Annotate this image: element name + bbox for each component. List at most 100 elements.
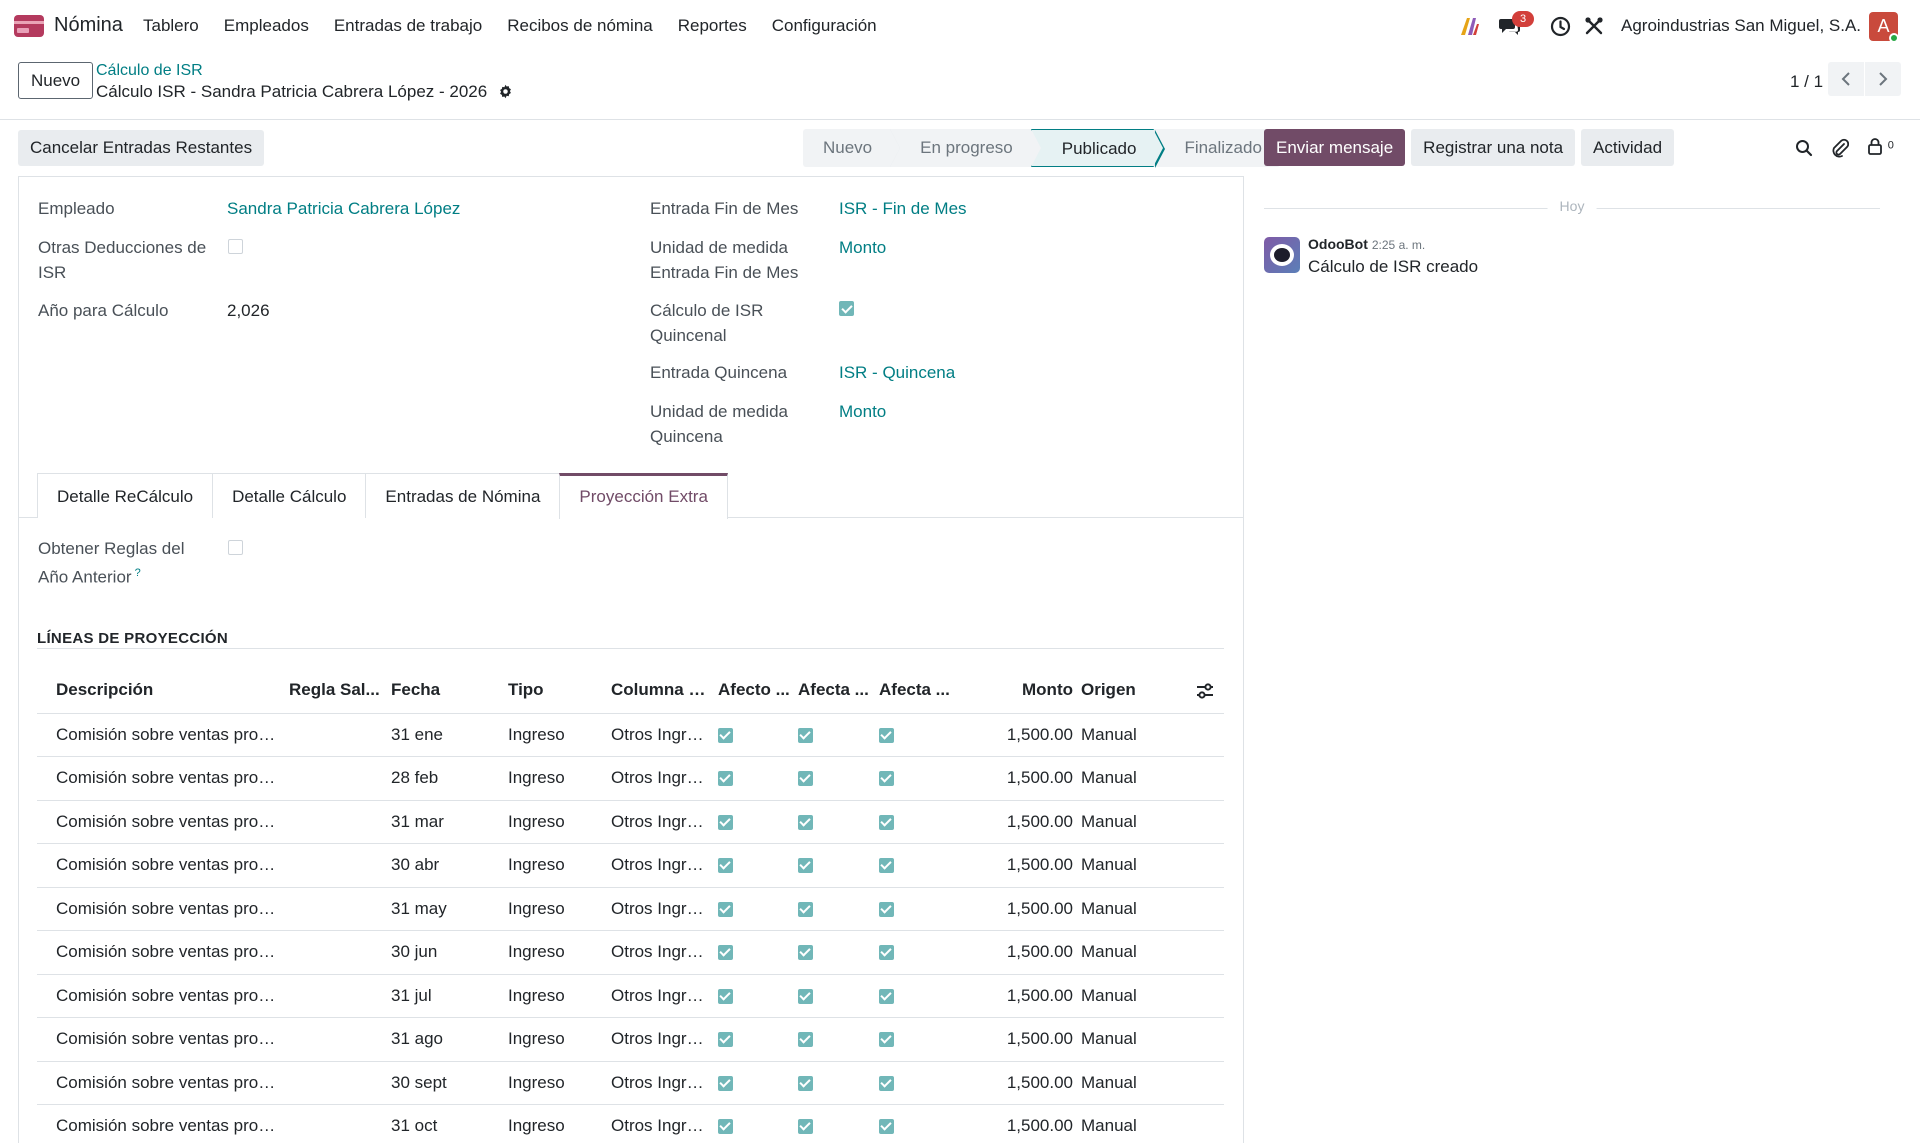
stage-en-progreso[interactable]: En progreso (890, 129, 1041, 167)
cell-descripcion[interactable]: Comisión sobre ventas proyec... (37, 974, 285, 1018)
column-header-afecta-1[interactable]: Afecta ... (794, 668, 875, 714)
cell-regla-salarial[interactable] (285, 1061, 387, 1105)
cell-afecto[interactable] (714, 843, 794, 888)
table-row[interactable]: Comisión sobre ventas proyec... 31 ago Ing… (37, 1017, 1224, 1062)
cell-columna[interactable]: Otros Ingre... (607, 930, 714, 975)
cell-monto[interactable]: 1,500.00 (955, 974, 1077, 1018)
cell-afecto[interactable] (714, 756, 794, 801)
table-row[interactable]: Comisión sobre ventas proyec... 31 oct Ing… (37, 1104, 1224, 1143)
breadcrumb-parent-link[interactable]: Cálculo de ISR (96, 62, 203, 80)
menu-item-recibos-nomina[interactable]: Recibos de nómina (507, 16, 653, 36)
clock-icon[interactable] (1550, 16, 1571, 37)
cell-fecha[interactable]: 31 mar (387, 800, 504, 844)
company-switcher[interactable]: Agroindustrias San Miguel, S.A. (1621, 16, 1861, 36)
cell-origen[interactable]: Manual (1077, 756, 1157, 801)
table-row[interactable]: Comisión sobre ventas proyec... 31 may Ing… (37, 887, 1224, 931)
cell-empty[interactable] (1157, 843, 1224, 888)
other-deductions-checkbox[interactable] (228, 239, 243, 254)
cell-regla-salarial[interactable] (285, 843, 387, 888)
column-header-fecha[interactable]: Fecha (387, 668, 504, 714)
cell-afecta-2[interactable] (875, 887, 955, 931)
cell-monto[interactable]: 1,500.00 (955, 756, 1077, 801)
cell-afecto[interactable] (714, 930, 794, 975)
cell-descripcion[interactable]: Comisión sobre ventas proyec... (37, 800, 285, 844)
message-author-name[interactable]: OdooBot (1308, 236, 1368, 252)
checked-checkbox[interactable] (879, 988, 894, 1004)
cell-afecta-1[interactable] (794, 1061, 875, 1105)
cell-columna[interactable]: Otros Ingre... (607, 1061, 714, 1105)
year-field[interactable]: 2,026 (227, 298, 270, 323)
cell-regla-salarial[interactable] (285, 887, 387, 931)
month-end-entry-field[interactable]: ISR - Fin de Mes (839, 196, 967, 221)
paperclip-icon[interactable] (1831, 138, 1849, 158)
cell-empty[interactable] (1157, 713, 1224, 757)
checked-checkbox[interactable] (879, 1075, 894, 1091)
cell-descripcion[interactable]: Comisión sobre ventas proyec... (37, 1017, 285, 1062)
cell-afecto[interactable] (714, 1061, 794, 1105)
cell-origen[interactable]: Manual (1077, 843, 1157, 888)
cell-fecha[interactable]: 30 abr (387, 843, 504, 888)
checked-checkbox[interactable] (718, 1075, 733, 1091)
checked-checkbox[interactable] (718, 1119, 733, 1135)
cancel-remaining-entries-button[interactable]: Cancelar Entradas Restantes (18, 130, 265, 166)
column-header-tipo[interactable]: Tipo (504, 668, 607, 714)
biweekly-calc-checkbox[interactable] (839, 301, 854, 316)
cell-empty[interactable] (1157, 1061, 1224, 1105)
cell-regla-salarial[interactable] (285, 713, 387, 757)
cell-afecta-2[interactable] (875, 843, 955, 888)
tab-entradas-nomina[interactable]: Entradas de Nómina (365, 473, 561, 518)
stage-nuevo[interactable]: Nuevo (803, 129, 901, 167)
cell-afecta-2[interactable] (875, 1104, 955, 1143)
table-row[interactable]: Comisión sobre ventas proyec... 30 abr Ing… (37, 843, 1224, 888)
checked-checkbox[interactable] (718, 814, 733, 830)
checked-checkbox[interactable] (798, 771, 813, 787)
cell-afecta-2[interactable] (875, 800, 955, 844)
cell-tipo[interactable]: Ingreso (504, 974, 607, 1018)
checked-checkbox[interactable] (798, 814, 813, 830)
table-row[interactable]: Comisión sobre ventas proyec... 30 sept In… (37, 1061, 1224, 1105)
cell-fecha[interactable]: 31 oct (387, 1104, 504, 1143)
column-header-regla-salarial[interactable]: Regla Sal... (285, 668, 387, 714)
cell-regla-salarial[interactable] (285, 1104, 387, 1143)
cell-regla-salarial[interactable] (285, 800, 387, 844)
checked-checkbox[interactable] (879, 945, 894, 961)
column-header-afecta-2[interactable]: Afecta ... (875, 668, 955, 714)
cell-afecto[interactable] (714, 800, 794, 844)
employee-field[interactable]: Sandra Patricia Cabrera López (227, 196, 460, 221)
cell-tipo[interactable]: Ingreso (504, 930, 607, 975)
help-tooltip-icon[interactable]: ? (135, 567, 141, 579)
cell-monto[interactable]: 1,500.00 (955, 930, 1077, 975)
checked-checkbox[interactable] (798, 858, 813, 874)
table-row[interactable]: Comisión sobre ventas proyec... 31 ene Ing… (37, 713, 1224, 757)
send-message-button[interactable]: Enviar mensaje (1264, 129, 1406, 166)
cell-afecta-1[interactable] (794, 1017, 875, 1062)
tab-proyeccion-extra[interactable]: Proyección Extra (559, 473, 728, 519)
cell-tipo[interactable]: Ingreso (504, 1061, 607, 1105)
checked-checkbox[interactable] (718, 945, 733, 961)
checked-checkbox[interactable] (718, 858, 733, 874)
cell-afecto[interactable] (714, 1104, 794, 1143)
cell-fecha[interactable]: 31 ene (387, 713, 504, 757)
cell-monto[interactable]: 1,500.00 (955, 800, 1077, 844)
cell-columna[interactable]: Otros Ingre... (607, 713, 714, 757)
cell-origen[interactable]: Manual (1077, 713, 1157, 757)
checked-checkbox[interactable] (798, 1032, 813, 1048)
cell-afecta-1[interactable] (794, 930, 875, 975)
cell-columna[interactable]: Otros Ingre... (607, 843, 714, 888)
cell-afecta-1[interactable] (794, 887, 875, 931)
cell-empty[interactable] (1157, 756, 1224, 801)
cell-tipo[interactable]: Ingreso (504, 800, 607, 844)
cell-afecta-1[interactable] (794, 843, 875, 888)
column-header-origen[interactable]: Origen (1077, 668, 1157, 714)
cell-empty[interactable] (1157, 800, 1224, 844)
cell-origen[interactable]: Manual (1077, 930, 1157, 975)
cell-origen[interactable]: Manual (1077, 1104, 1157, 1143)
cell-afecta-2[interactable] (875, 1017, 955, 1062)
checked-checkbox[interactable] (879, 771, 894, 787)
cell-origen[interactable]: Manual (1077, 1061, 1157, 1105)
tab-detalle-recalculo[interactable]: Detalle ReCálculo (37, 473, 214, 518)
cell-monto[interactable]: 1,500.00 (955, 1017, 1077, 1062)
search-icon[interactable] (1795, 139, 1813, 157)
menu-item-configuracion[interactable]: Configuración (772, 16, 877, 36)
menu-item-empleados[interactable]: Empleados (224, 16, 309, 36)
